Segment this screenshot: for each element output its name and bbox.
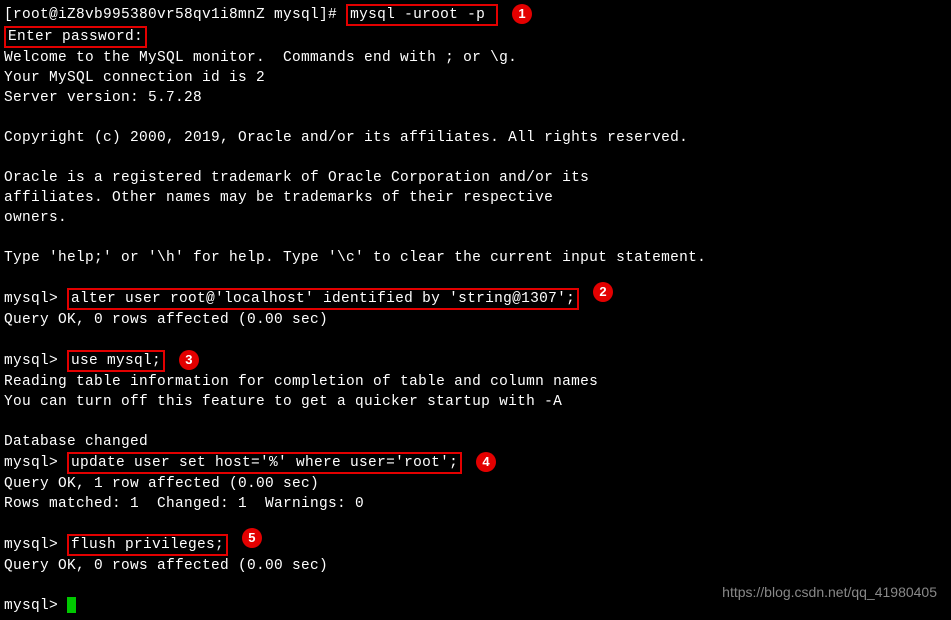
cursor-icon xyxy=(67,597,76,613)
rows-matched-line: Rows matched: 1 Changed: 1 Warnings: 0 xyxy=(4,494,947,514)
alter-user-line: mysql> alter user root@'localhost' ident… xyxy=(4,288,947,310)
copyright-line: Copyright (c) 2000, 2019, Oracle and/or … xyxy=(4,128,947,148)
mysql-prompt: mysql> xyxy=(4,291,67,307)
alter-user-highlight: alter user root@'localhost' identified b… xyxy=(67,288,579,310)
flush-line: mysql> flush privileges;5 xyxy=(4,534,947,556)
reading-line-2: You can turn off this feature to get a q… xyxy=(4,392,947,412)
use-mysql-highlight: use mysql; xyxy=(67,350,165,372)
annotation-badge-5: 5 xyxy=(242,528,262,548)
help-line: Type 'help;' or '\h' for help. Type '\c'… xyxy=(4,248,947,268)
use-mysql-line: mysql> use mysql; 3 xyxy=(4,350,947,372)
query-ok-1-line: Query OK, 1 row affected (0.00 sec) xyxy=(4,474,947,494)
welcome-line: Welcome to the MySQL monitor. Commands e… xyxy=(4,48,947,68)
login-command-highlight: mysql -uroot -p xyxy=(346,4,498,26)
trademark-line-3: owners. xyxy=(4,208,947,228)
mysql-prompt: mysql> xyxy=(4,455,67,471)
annotation-badge-3: 3 xyxy=(179,350,199,370)
annotation-badge-4: 4 xyxy=(476,452,496,472)
mysql-prompt: mysql> xyxy=(4,537,67,553)
trademark-line-1: Oracle is a registered trademark of Orac… xyxy=(4,168,947,188)
enter-password-line: Enter password: xyxy=(4,26,947,48)
query-ok-flush-line: Query OK, 0 rows affected (0.00 sec) xyxy=(4,556,947,576)
mysql-prompt: mysql> xyxy=(4,598,67,614)
shell-login-line: [root@iZ8vb995380vr58qv1i8mnZ mysql]# my… xyxy=(4,4,947,26)
trademark-line-2: affiliates. Other names may be trademark… xyxy=(4,188,947,208)
connection-id-line: Your MySQL connection id is 2 xyxy=(4,68,947,88)
watermark-text: https://blog.csdn.net/qq_41980405 xyxy=(722,582,937,602)
update-user-line: mysql> update user set host='%' where us… xyxy=(4,452,947,474)
enter-password-highlight: Enter password: xyxy=(4,26,147,48)
annotation-badge-1: 1 xyxy=(512,4,532,24)
db-changed-line: Database changed xyxy=(4,432,947,452)
flush-highlight: flush privileges; xyxy=(67,534,228,556)
terminal-output[interactable]: [root@iZ8vb995380vr58qv1i8mnZ mysql]# my… xyxy=(4,4,947,616)
shell-prompt: [root@iZ8vb995380vr58qv1i8mnZ mysql]# xyxy=(4,7,346,23)
annotation-badge-2: 2 xyxy=(593,282,613,302)
query-ok-line: Query OK, 0 rows affected (0.00 sec) xyxy=(4,310,947,330)
update-user-highlight: update user set host='%' where user='roo… xyxy=(67,452,462,474)
mysql-prompt: mysql> xyxy=(4,353,67,369)
reading-line-1: Reading table information for completion… xyxy=(4,372,947,392)
server-version-line: Server version: 5.7.28 xyxy=(4,88,947,108)
